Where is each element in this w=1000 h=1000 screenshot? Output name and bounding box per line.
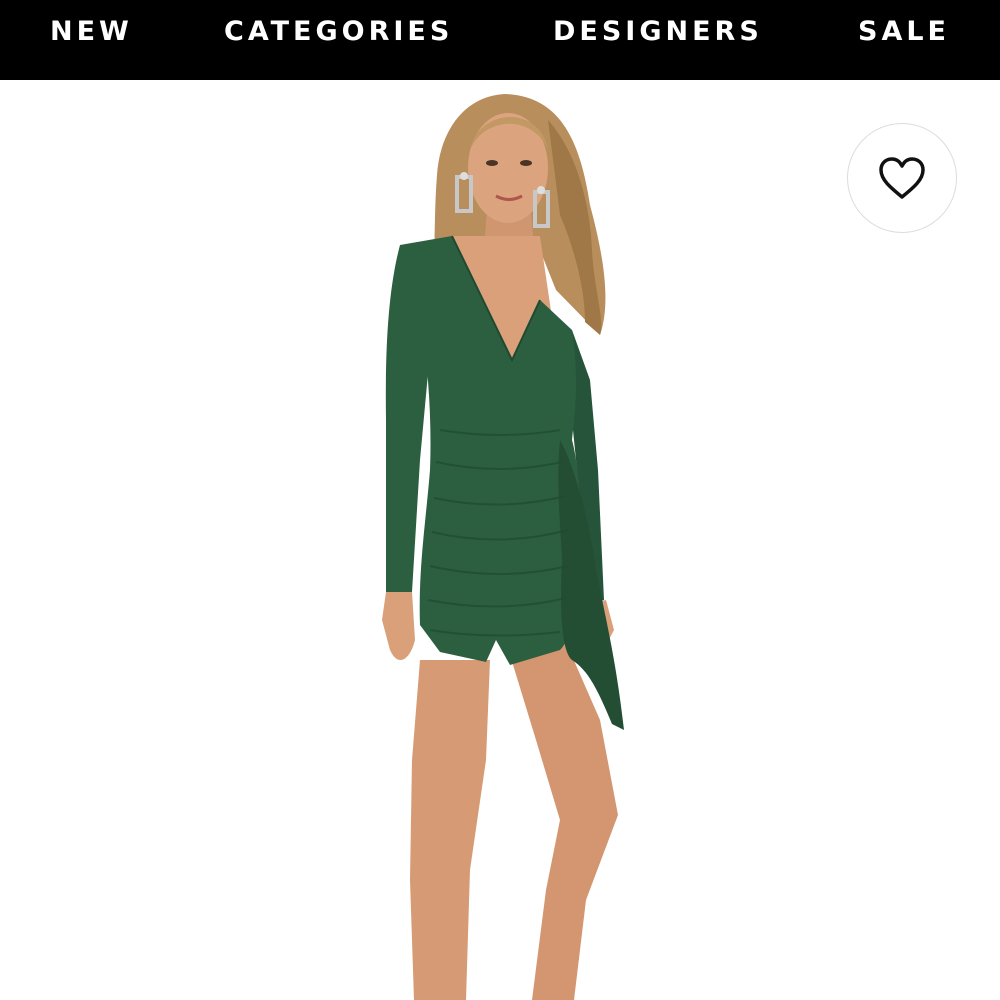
product-image[interactable]	[0, 80, 1000, 1000]
nav-new[interactable]: NEW	[50, 0, 133, 64]
top-navigation: NEW CATEGORIES DESIGNERS SALE	[0, 0, 1000, 80]
favorite-button[interactable]	[847, 123, 957, 233]
nav-designers[interactable]: DESIGNERS	[553, 0, 763, 64]
nav-sale[interactable]: SALE	[858, 0, 950, 64]
product-page: NEW CATEGORIES DESIGNERS SALE	[0, 0, 1000, 1000]
heart-outline-icon	[879, 157, 925, 199]
nav-categories[interactable]: CATEGORIES	[224, 0, 453, 64]
